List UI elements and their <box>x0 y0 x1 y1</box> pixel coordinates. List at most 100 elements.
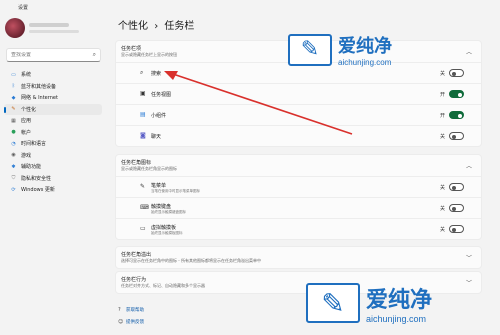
section-subtitle: 显示或隐藏任务栏上显示的按钮 <box>121 52 177 57</box>
toggle-state-text: 关 <box>439 206 445 212</box>
setting-label: 笔菜单 <box>151 183 167 189</box>
sidebar-item-label: 隐私和安全性 <box>21 175 52 182</box>
section-header[interactable]: 任务栏角图标 显示或隐藏任务栏角显示的图标 ︿ <box>116 155 481 176</box>
user-profile[interactable] <box>5 18 95 38</box>
setting-description: 始终显示触摸键盘图标 <box>151 210 186 214</box>
touch-keyboard-toggle[interactable] <box>449 204 464 212</box>
setting-row-chat: ◙ 聊天 关 <box>116 125 481 146</box>
sidebar-item-label: 个性化 <box>21 106 37 113</box>
sidebar-item-privacy[interactable]: ⛉ 隐私和安全性 <box>4 173 102 185</box>
chat-toggle[interactable] <box>449 132 464 140</box>
watermark-logo-icon: ✎ <box>306 283 360 323</box>
sidebar-item-accounts[interactable]: ● 帐户 <box>4 127 102 139</box>
setting-label: 聊天 <box>151 134 162 140</box>
person-icon: ● <box>11 129 16 136</box>
section-subtitle: 任务栏对齐方式、标记、自动隐藏和多个显示器 <box>121 283 205 288</box>
sidebar-item-apps[interactable]: ▦ 应用 <box>4 115 102 127</box>
help-icon: ? <box>118 307 121 313</box>
watermark-url: aichunjing.com <box>338 58 392 67</box>
bluetooth-icon: ᛒ <box>11 83 15 90</box>
setting-row-widgets: ▤ 小组件 开 <box>116 104 481 125</box>
footer-links: ? 获取帮助 ☺ 提供反馈 <box>118 304 144 328</box>
sidebar-item-gaming[interactable]: ◉ 游戏 <box>4 150 102 162</box>
chevron-down-icon[interactable]: ﹀ <box>466 253 472 262</box>
sidebar-item-label: 蓝牙和其他设备 <box>21 83 57 90</box>
search-icon: ⌕ <box>92 51 96 58</box>
section-title: 任务栏项 <box>121 46 142 52</box>
avatar <box>5 18 25 38</box>
taskbar-corner-overflow-section[interactable]: 任务栏角溢出 选择可显示在任务栏角中的图标 - 所有其他图标都将显示在任务栏角溢… <box>115 246 482 269</box>
sidebar-item-label: 网络 & Internet <box>21 95 58 102</box>
wifi-icon: ◆ <box>11 94 16 101</box>
sidebar-item-label: 辅助功能 <box>21 164 42 171</box>
section-header[interactable]: 任务栏角溢出 选择可显示在任务栏角中的图标 - 所有其他图标都将显示在任务栏角溢… <box>116 247 481 268</box>
setting-label: 虚拟触摸板 <box>151 225 177 231</box>
touchpad-icon: ▭ <box>140 225 146 232</box>
watermark-url: aichunjing.com <box>366 314 427 324</box>
chevron-down-icon[interactable]: ﹀ <box>466 278 472 287</box>
chat-icon: ◙ <box>140 132 146 139</box>
get-help-label: 获取帮助 <box>126 308 144 313</box>
chevron-up-icon[interactable]: ︿ <box>466 161 472 170</box>
watermark-bottom: ✎ 爱纯净 aichunjing.com <box>306 282 432 324</box>
apps-icon: ▦ <box>11 117 16 124</box>
section-subtitle: 选择可显示在任务栏角中的图标 - 所有其他图标都将显示在任务栏角溢出菜单中 <box>121 258 261 263</box>
feedback-icon: ☺ <box>118 319 124 325</box>
watermark-logo-icon: ✎ <box>288 33 332 66</box>
sidebar-item-bluetooth[interactable]: ᛒ 蓝牙和其他设备 <box>4 81 102 93</box>
setting-row-task-view: ▣ 任务视图 开 <box>116 83 481 104</box>
toggle-state-text: 关 <box>439 227 445 233</box>
give-feedback-link[interactable]: ☺ 提供反馈 <box>118 316 144 328</box>
setting-label: 任务视图 <box>151 92 172 98</box>
profile-name-blurred <box>29 23 69 27</box>
widgets-toggle[interactable] <box>449 111 464 119</box>
sidebar-item-windows-update[interactable]: ⟳ Windows 更新 <box>4 184 102 196</box>
search-toggle[interactable] <box>449 69 464 77</box>
monitor-icon: ▭ <box>11 71 16 78</box>
search-input[interactable] <box>11 52 86 58</box>
toggle-state-text: 关 <box>439 185 445 191</box>
watermark-brand: 爱纯净 <box>366 288 433 313</box>
setting-row-touch-keyboard: ⌨ 触摸键盘 始终显示触摸键盘图标 关 <box>116 197 481 218</box>
get-help-link[interactable]: ? 获取帮助 <box>118 304 144 316</box>
setting-label: 触摸键盘 <box>151 204 172 210</box>
app-title: 设置 <box>18 5 29 11</box>
breadcrumb-current: 任务栏 <box>164 21 195 32</box>
sidebar-item-time-language[interactable]: ◔ 时间和语言 <box>4 138 102 150</box>
setting-row-virtual-touchpad: ▭ 虚拟触摸板 始终显示触摸板图标 关 <box>116 218 481 239</box>
virtual-touchpad-toggle[interactable] <box>449 225 464 233</box>
chevron-up-icon[interactable]: ︿ <box>466 47 472 56</box>
globe-clock-icon: ◔ <box>11 140 16 147</box>
keyboard-icon: ⌨ <box>140 204 149 211</box>
brush-icon: ✎ <box>11 106 16 113</box>
search-icon: ⌕ <box>140 69 144 76</box>
sidebar-nav: ▭ 系统 ᛒ 蓝牙和其他设备 ◆ 网络 & Internet ✎ 个性化 ▦ 应… <box>4 69 102 196</box>
sidebar-item-label: Windows 更新 <box>21 187 55 194</box>
breadcrumb-separator: › <box>154 21 159 32</box>
give-feedback-label: 提供反馈 <box>126 320 144 325</box>
sidebar-item-label: 帐户 <box>21 129 32 136</box>
sidebar-item-system[interactable]: ▭ 系统 <box>4 69 102 81</box>
sidebar-item-label: 时间和语言 <box>21 141 47 148</box>
accessibility-icon: ✱ <box>11 163 16 170</box>
toggle-state-text: 关 <box>439 71 445 77</box>
sidebar-item-label: 系统 <box>21 72 32 79</box>
breadcrumb-parent[interactable]: 个性化 <box>118 21 148 32</box>
pen-icon: ✎ <box>140 183 146 190</box>
setting-label: 搜索 <box>151 71 162 77</box>
profile-email-blurred <box>29 30 79 33</box>
sidebar-item-network[interactable]: ◆ 网络 & Internet <box>4 92 102 104</box>
settings-search-box[interactable]: ⌕ <box>6 48 101 62</box>
gamepad-icon: ◉ <box>11 152 16 159</box>
section-title: 任务栏角图标 <box>121 160 152 166</box>
task-view-toggle[interactable] <box>449 90 464 98</box>
sidebar-item-accessibility[interactable]: ✱ 辅助功能 <box>4 161 102 173</box>
setting-description: 始终显示触摸板图标 <box>151 231 183 235</box>
section-subtitle: 显示或隐藏任务栏角显示的图标 <box>121 166 177 171</box>
section-title: 任务栏行为 <box>121 277 147 283</box>
widgets-icon: ▤ <box>140 111 146 118</box>
pen-menu-toggle[interactable] <box>449 183 464 191</box>
setting-row-pen-menu: ✎ 笔菜单 当笔在使用中时显示笔菜单图标 关 <box>116 176 481 197</box>
toggle-state-text: 开 <box>439 113 445 119</box>
sidebar-item-personalization[interactable]: ✎ 个性化 <box>4 103 102 115</box>
